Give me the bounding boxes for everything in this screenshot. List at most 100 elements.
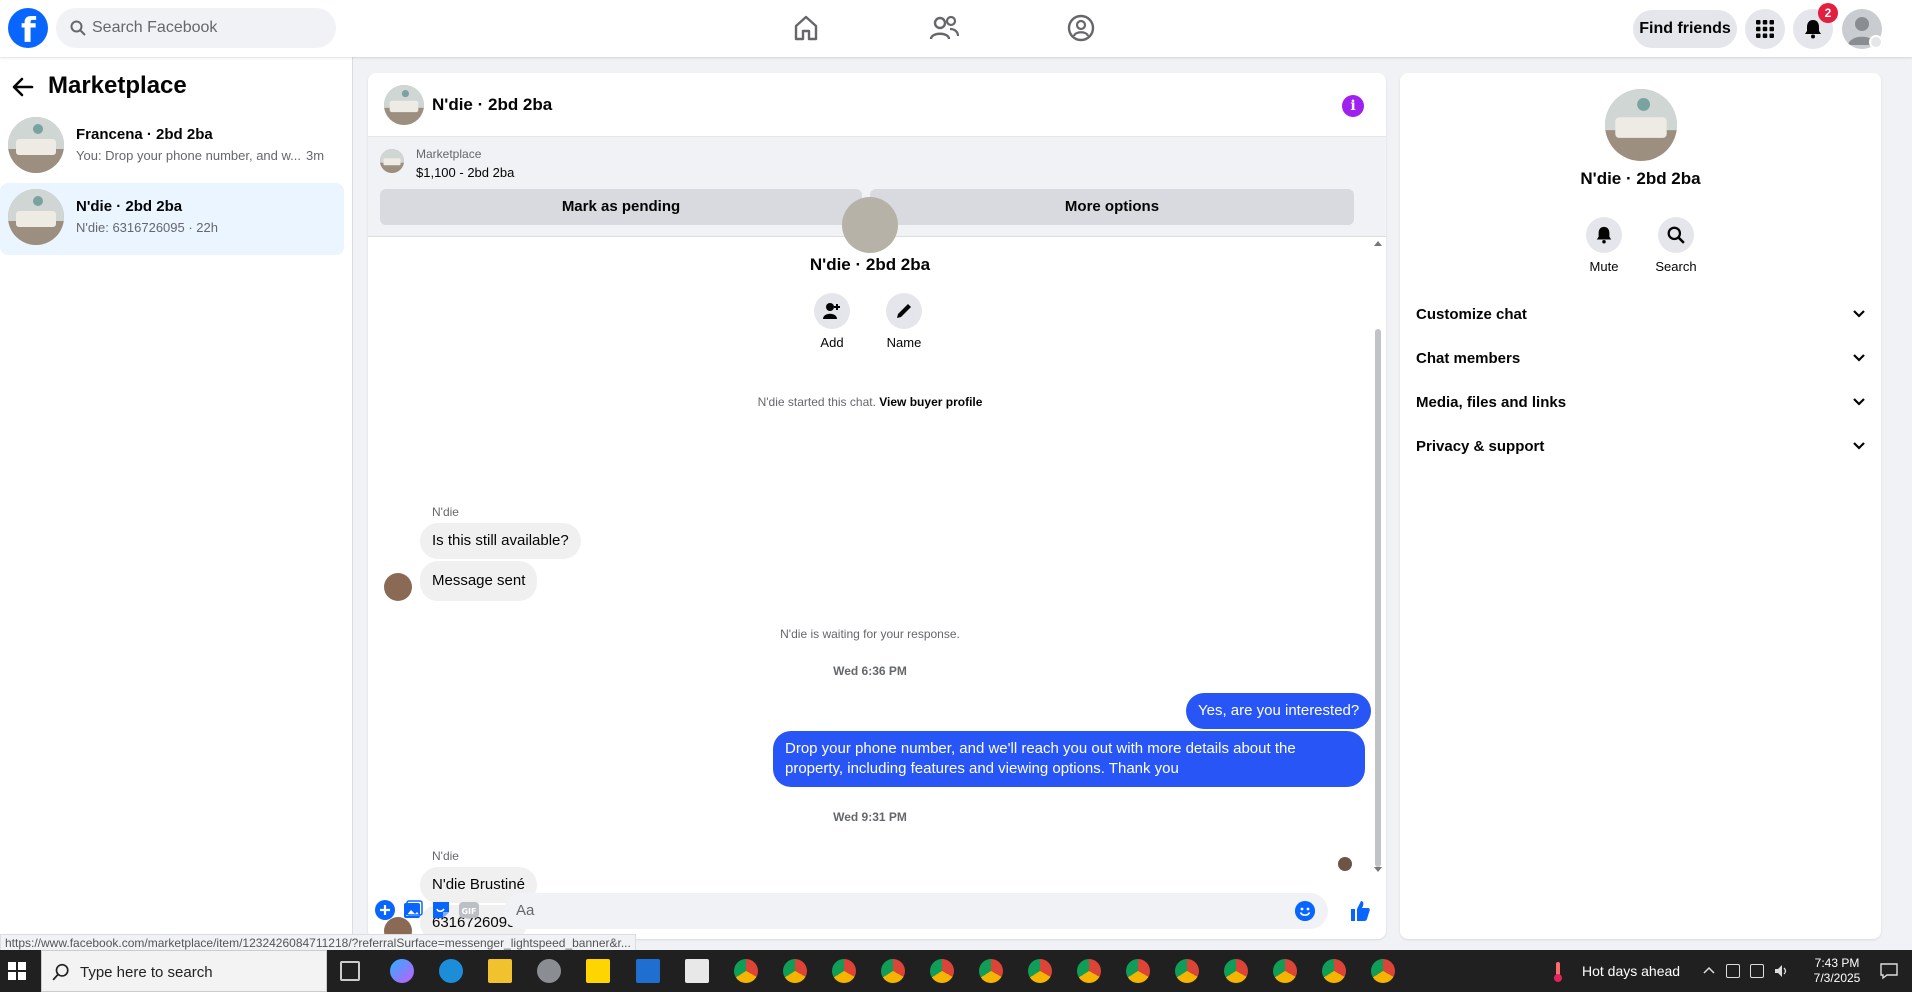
edge-icon[interactable] [439,959,463,983]
view-buyer-profile-link[interactable]: View buyer profile [879,395,982,409]
taskbar-clock[interactable]: 7:43 PM 7/3/2025 [1800,956,1874,986]
sticker-icon[interactable] [430,899,452,921]
message-input[interactable]: Aa [504,893,1328,929]
photo-icon[interactable] [402,899,424,921]
chrome-icon[interactable] [1273,959,1297,983]
add-person-icon [823,303,840,319]
scrollbar-thumb[interactable] [1375,329,1381,867]
find-friends-button[interactable]: Find friends [1633,10,1737,48]
chrome-icon[interactable] [1224,959,1248,983]
clock-date: 7/3/2025 [1813,971,1861,985]
chat-listing-thumbnail[interactable] [384,85,424,125]
outgoing-message[interactable]: Drop your phone number, and we'll reach … [773,731,1365,787]
search-icon [1667,226,1685,244]
weather-text[interactable]: Hot days ahead [1582,963,1680,979]
groups-icon[interactable] [1065,12,1097,44]
waiting-notice: N'die is waiting for your response. [780,627,960,641]
more-options-button[interactable]: More options [870,189,1354,225]
chat-members-section[interactable]: Chat members [1400,337,1881,381]
chrome-icon[interactable] [832,959,856,983]
chrome-icon[interactable] [1322,959,1346,983]
task-view-icon[interactable] [340,961,360,981]
search-facebook-input[interactable]: Search Facebook [56,8,336,48]
thread-avatar [842,197,898,253]
chrome-icon[interactable] [734,959,758,983]
search-in-conversation-button[interactable]: Search [1646,217,1706,274]
page-scrollbar[interactable] [1898,57,1912,950]
mute-label: Mute [1589,259,1619,274]
chrome-icon[interactable] [881,959,905,983]
add-people-button[interactable]: Add [802,293,862,350]
media-files-links-section[interactable]: Media, files and links [1400,381,1881,425]
like-thumb-icon[interactable] [1348,899,1372,923]
info-icon[interactable]: i [1342,95,1364,117]
gif-icon[interactable]: GIF [458,899,480,921]
taskbar-search-box[interactable]: Type here to search [41,950,327,992]
chat-started-notice: N'die started this chat. View buyer prof… [368,395,1372,409]
message-scrollbar[interactable] [1372,241,1384,873]
file-explorer-icon[interactable] [488,959,512,983]
privacy-support-section[interactable]: Privacy & support [1400,425,1881,469]
section-label: Privacy & support [1416,438,1545,455]
apps-grid-icon [1756,20,1774,38]
incoming-message[interactable]: Is this still available? [420,523,581,559]
plus-icon[interactable] [374,899,396,921]
chevron-down-icon [1853,442,1865,450]
copilot-icon[interactable] [390,959,414,983]
listing-mini-thumbnail[interactable] [380,149,404,173]
home-icon[interactable] [790,12,822,44]
taskbar-search-placeholder: Type here to search [80,964,213,981]
chat-started-text: N'die started this chat. [757,395,876,409]
scroll-down-icon[interactable] [1374,867,1382,872]
chrome-icon[interactable] [979,959,1003,983]
friends-icon[interactable] [928,12,960,44]
scroll-up-icon[interactable] [1374,241,1382,246]
info-title: N'die · 2bd 2ba [1580,169,1701,188]
facebook-logo[interactable]: f [8,8,48,51]
chevron-up-icon[interactable] [1703,966,1715,974]
sender-avatar[interactable] [384,573,412,601]
mail-icon[interactable] [685,959,709,983]
thread-name: N'die · 2bd 2ba [809,255,931,274]
back-arrow-icon[interactable] [12,77,34,97]
conversation-item-active[interactable]: N'die · 2bd 2ba N'die: 6316726095 · 22h [0,183,344,255]
menu-button[interactable] [1745,9,1785,49]
sticky-notes-icon[interactable] [586,959,610,983]
bell-icon [1805,20,1821,39]
outgoing-message[interactable]: Yes, are you interested? [1186,693,1372,729]
chrome-icon[interactable] [1175,959,1199,983]
volume-icon[interactable] [1774,963,1790,979]
chat-title[interactable]: N'die · 2bd 2ba [432,95,552,115]
pencil-icon [897,304,911,318]
conversation-item[interactable]: Francena · 2bd 2ba You: Drop your phone … [0,111,344,183]
timestamp: Wed 9:31 PM [833,810,907,824]
chrome-icon[interactable] [930,959,954,983]
mark-as-pending-button[interactable]: Mark as pending [380,189,862,225]
conversation-preview: N'die: 6316726095 · 22h [76,220,218,235]
chevron-down-icon [1853,398,1865,406]
account-caret-icon[interactable] [1869,35,1883,49]
notification-badge: 2 [1818,3,1838,23]
notification-center-icon[interactable] [1880,962,1898,980]
network-icon[interactable] [1750,964,1764,978]
name-chat-button[interactable]: Name [874,293,934,350]
store-icon[interactable] [636,959,660,983]
chrome-icon[interactable] [1126,959,1150,983]
chrome-icon[interactable] [1077,959,1101,983]
chrome-icon[interactable] [783,959,807,983]
mute-button[interactable]: Mute [1574,217,1634,274]
windows-start-icon[interactable] [8,962,26,980]
incoming-message[interactable]: Message sent [420,561,538,601]
meet-now-icon[interactable] [1726,964,1740,978]
chrome-icon[interactable] [1371,959,1395,983]
app-icon[interactable] [537,959,561,983]
add-label: Add [820,335,844,350]
sender-label: N'die [432,849,459,863]
sidebar-title: Marketplace [48,72,187,99]
chrome-icon[interactable] [1028,959,1052,983]
info-listing-thumbnail[interactable] [1605,89,1677,161]
emoji-icon[interactable] [1295,901,1315,921]
customize-chat-section[interactable]: Customize chat [1400,293,1881,337]
conversation-name: Francena · 2bd 2ba [76,126,213,143]
listing-price[interactable]: $1,100 - 2bd 2ba [416,165,514,180]
